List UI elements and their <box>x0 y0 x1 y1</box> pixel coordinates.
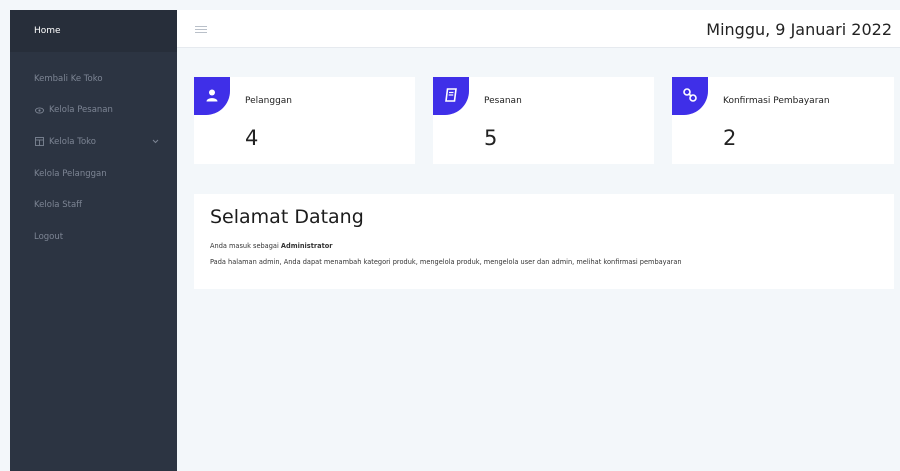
sidebar-item-label: Kelola Staff <box>34 200 83 211</box>
welcome-description: Pada halaman admin, Anda dapat menambah … <box>210 258 682 266</box>
sidebar-item-kelola-pesanan[interactable]: Kelola Pesanan <box>10 95 177 127</box>
card-badge <box>672 77 708 115</box>
sidebar-item-home[interactable]: Home <box>10 10 177 52</box>
sidebar-item-kelola-staff[interactable]: Kelola Staff <box>10 189 177 221</box>
sidebar-item-kelola-pelanggan[interactable]: Kelola Pelanggan <box>10 158 177 190</box>
sidebar-item-logout[interactable]: Logout <box>10 221 177 253</box>
welcome-title: Selamat Datang <box>210 206 364 228</box>
sidebar-item-label: Kembali Ke Toko <box>34 73 103 84</box>
stat-card-pelanggan: Pelanggan 4 <box>194 77 415 164</box>
sidebar-item-label: Kelola Toko <box>49 136 96 147</box>
eye-icon <box>34 105 44 115</box>
top-header: Minggu, 9 Januari 2022 <box>177 10 900 48</box>
sidebar: Home Kembali Ke Toko Kelola Pesanan Kelo… <box>10 10 177 471</box>
sidebar-item-kembali-ke-toko[interactable]: Kembali Ke Toko <box>10 63 177 95</box>
card-value: 4 <box>245 126 259 150</box>
current-date: Minggu, 9 Januari 2022 <box>706 20 892 39</box>
hamburger-menu-icon[interactable] <box>195 26 207 35</box>
sidebar-item-label: Home <box>34 26 61 36</box>
card-value: 2 <box>723 126 737 150</box>
card-title: Pesanan <box>484 96 522 106</box>
stat-card-konfirmasi-pembayaran: Konfirmasi Pembayaran 2 <box>672 77 894 164</box>
login-role-text: Anda masuk sebagai Administrator <box>210 242 333 250</box>
card-title: Pelanggan <box>245 96 293 106</box>
chevron-down-icon[interactable] <box>152 139 159 144</box>
card-badge <box>194 77 230 115</box>
store-icon <box>34 137 44 147</box>
sidebar-item-label: Kelola Pelanggan <box>34 168 107 179</box>
book-icon <box>445 87 457 106</box>
user-icon <box>206 87 218 106</box>
card-value: 5 <box>484 126 498 150</box>
sidebar-item-kelola-toko[interactable]: Kelola Toko <box>10 126 177 158</box>
sidebar-item-label: Kelola Pesanan <box>49 105 113 116</box>
login-role-prefix: Anda masuk sebagai <box>210 242 281 250</box>
welcome-panel: Selamat Datang Anda masuk sebagai Admini… <box>194 194 894 289</box>
login-role: Administrator <box>280 242 333 250</box>
card-badge <box>433 77 469 115</box>
stat-card-pesanan: Pesanan 5 <box>433 77 654 164</box>
sidebar-item-label: Logout <box>34 231 64 242</box>
link-icon <box>683 87 697 106</box>
card-title: Konfirmasi Pembayaran <box>723 96 830 106</box>
